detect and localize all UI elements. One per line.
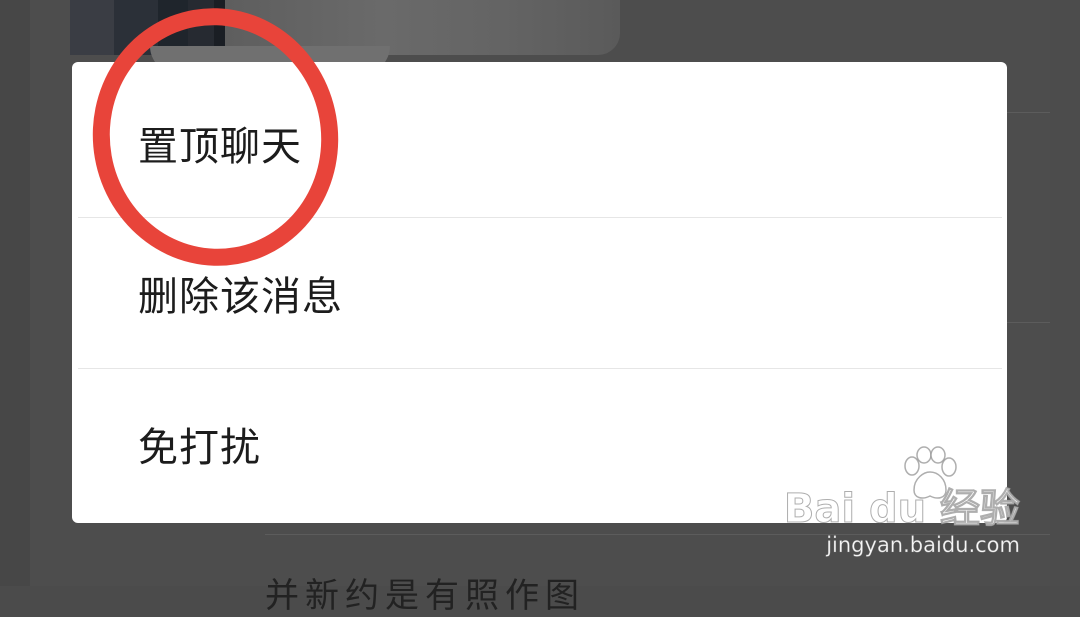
baidu-jingyan-logo: Bai du 经验 <box>783 486 1020 533</box>
baidu-jingyan-watermark: Bai du 经验 jingyan.baidu.com <box>783 446 1021 566</box>
background-chat-text: 并新约是有照作图 <box>265 576 585 616</box>
menu-item-label: 删除该消息 <box>138 274 343 320</box>
background-left-edge <box>0 0 30 586</box>
menu-item-label: 免打扰 <box>138 425 261 471</box>
watermark-url: jingyan.baidu.com <box>826 533 1020 558</box>
